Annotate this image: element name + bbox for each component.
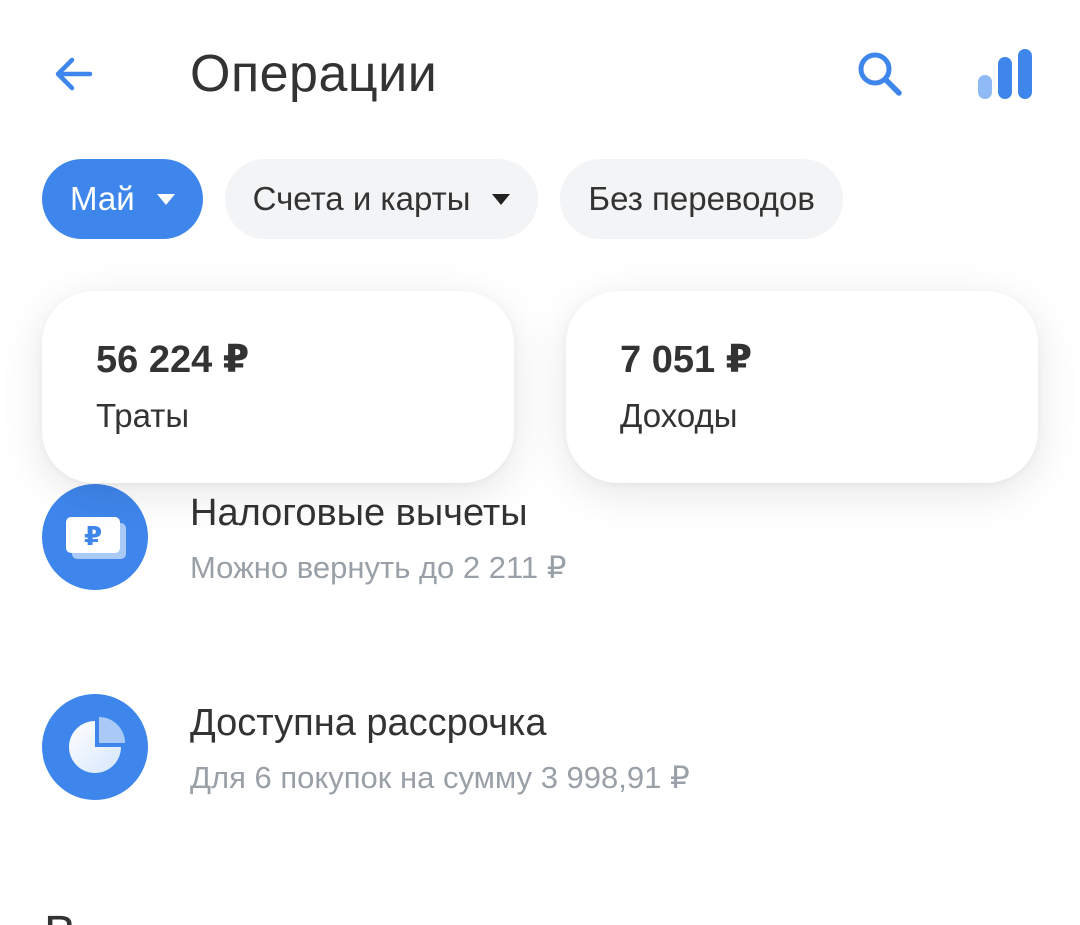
page-title: Операции <box>190 45 438 103</box>
operations-screen: Операции Май Счета и карты Без переводов <box>0 0 1080 925</box>
month-filter-label: Май <box>70 180 135 217</box>
income-amount: 7 051 ₽ <box>620 339 753 381</box>
caret-down-icon <box>156 193 175 205</box>
income-label: Доходы <box>620 397 738 434</box>
accounts-filter-chip[interactable]: Счета и карты <box>224 159 539 239</box>
tax-deduction-subtitle: Можно вернуть до 2 211 ₽ <box>190 550 567 585</box>
filter-chips: Май Счета и карты Без переводов <box>42 159 843 239</box>
svg-text:₽: ₽ <box>84 522 102 552</box>
analytics-button[interactable] <box>970 42 1042 106</box>
spend-label: Траты <box>96 397 190 434</box>
no-transfers-filter-label: Без переводов <box>588 180 815 217</box>
pie-chart-icon <box>42 694 148 800</box>
accounts-filter-label: Счета и карты <box>252 180 471 217</box>
spend-summary-card[interactable]: 56 224 ₽ Траты <box>42 291 514 483</box>
next-section-heading: В <box>44 906 76 925</box>
month-filter-chip[interactable]: Май <box>42 159 203 239</box>
installment-title: Доступна рассрочка <box>190 702 547 744</box>
installment-subtitle: Для 6 покупок на сумму 3 998,91 ₽ <box>190 760 690 795</box>
search-icon <box>858 52 902 96</box>
arrow-left-icon <box>55 57 93 91</box>
installment-item[interactable]: Доступна рассрочка Для 6 покупок на сумм… <box>0 678 1080 828</box>
tax-deduction-item[interactable]: ₽ Налоговые вычеты Можно вернуть до 2 21… <box>0 468 1080 618</box>
ruble-card-icon: ₽ <box>42 484 148 590</box>
caret-down-icon <box>492 193 511 205</box>
income-summary-card[interactable]: 7 051 ₽ Доходы <box>566 291 1038 483</box>
top-app-bar: Операции <box>0 0 1080 150</box>
spend-amount: 56 224 ₽ <box>96 339 250 381</box>
back-button[interactable] <box>40 40 108 108</box>
search-button[interactable] <box>848 42 912 106</box>
tax-deduction-title: Налоговые вычеты <box>190 492 528 534</box>
no-transfers-filter-chip[interactable]: Без переводов <box>560 159 843 239</box>
bar-chart-icon <box>978 49 1032 99</box>
